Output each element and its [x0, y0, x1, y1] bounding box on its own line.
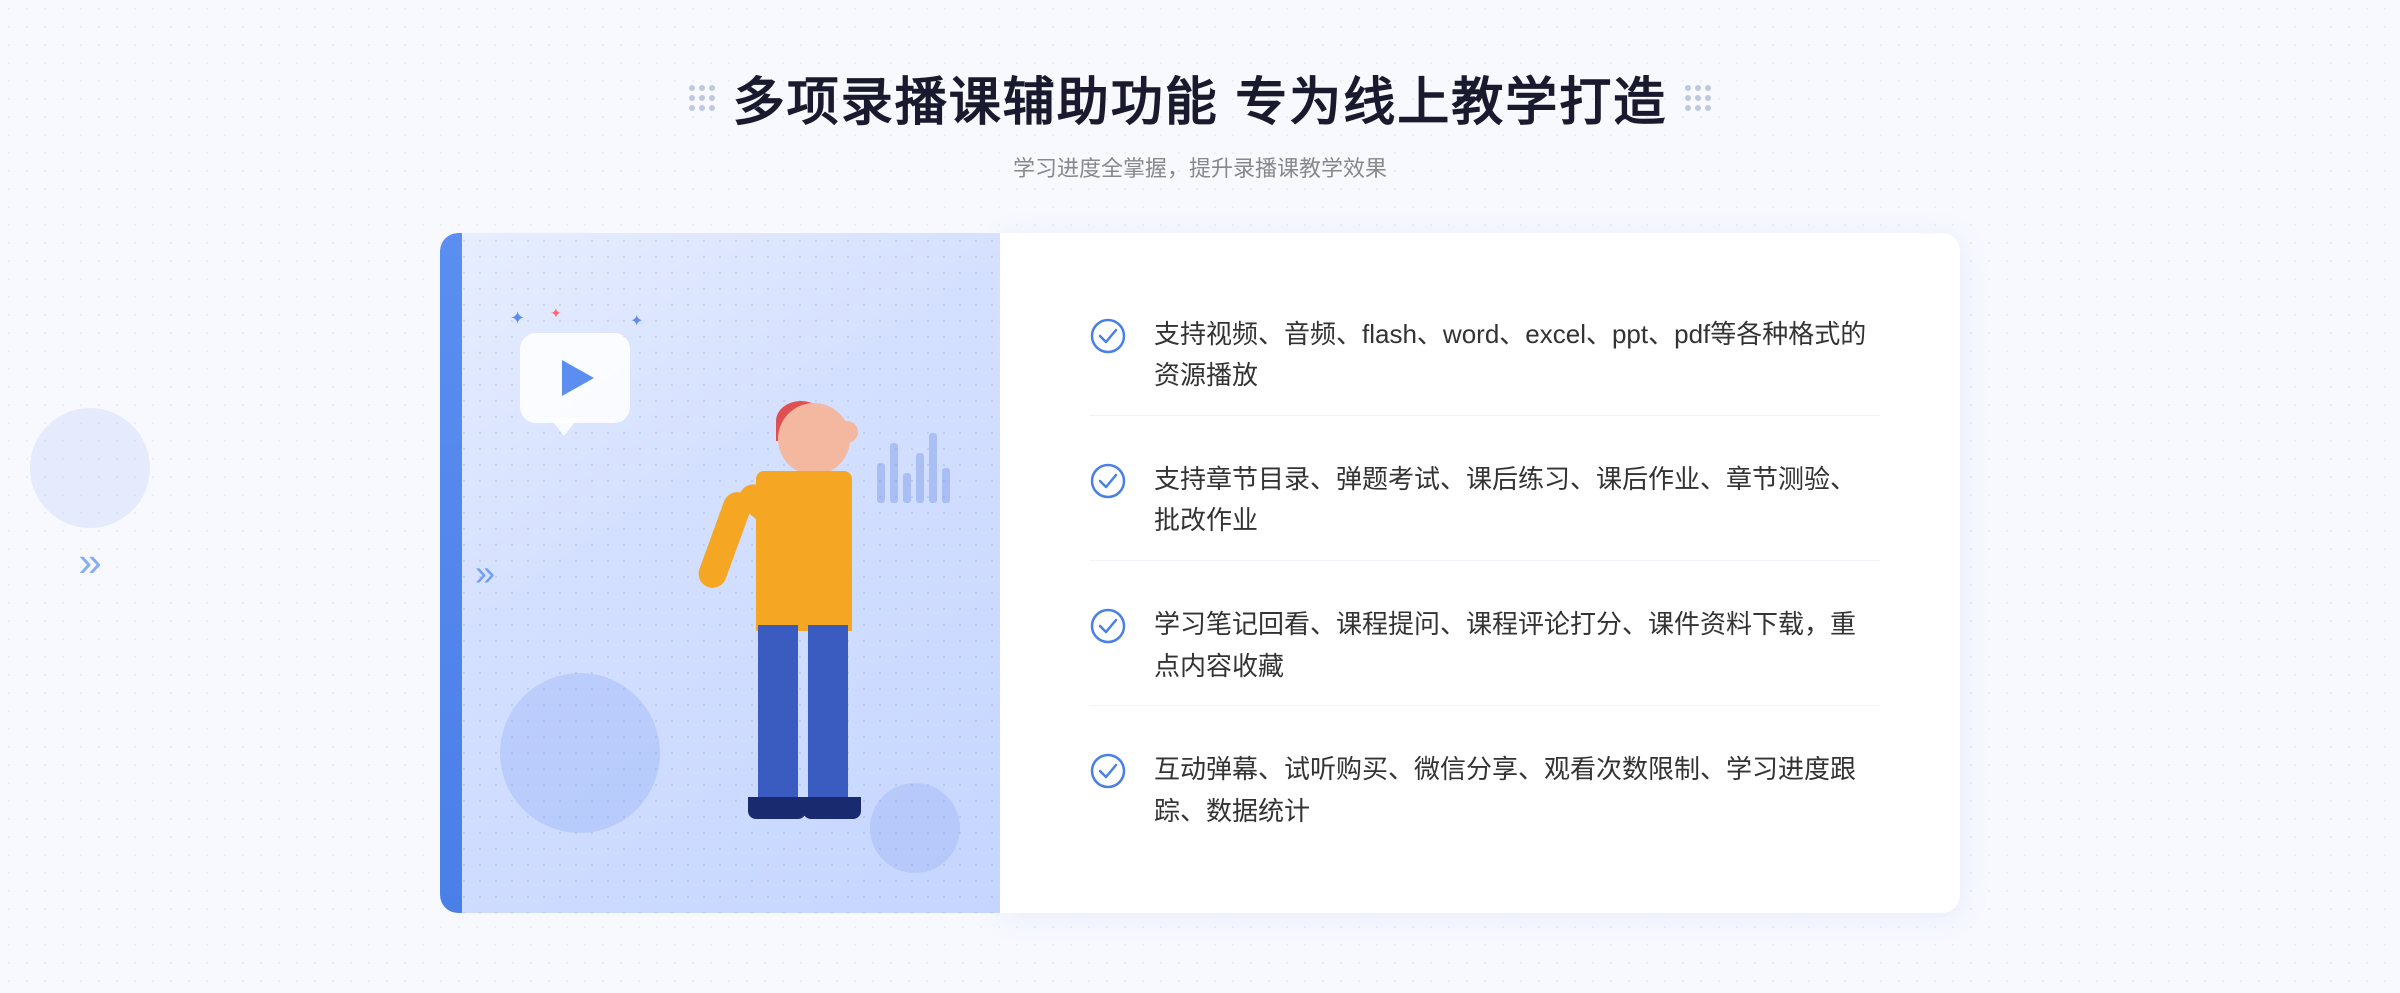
side-decoration-left: »	[30, 408, 150, 586]
check-icon-4	[1090, 753, 1126, 789]
play-bubble-tail	[550, 418, 578, 436]
header-section: 多项录播课辅助功能 专为线上教学打造 学习进度全掌握，提升录播课教学效果	[689, 60, 1711, 183]
check-icon-1	[1090, 318, 1126, 354]
sparkle-icon-1: ✦	[510, 308, 525, 329]
feature-text-2: 支持章节目录、弹题考试、课后练习、课后作业、章节测验、批改作业	[1154, 459, 1880, 542]
page-container: » 多项录播课辅助功能 专为线上教学打造 学习进度全掌握，提升录播课教学效果	[0, 0, 2400, 993]
person-illustration	[668, 393, 928, 913]
title-decoration-right	[1685, 85, 1711, 111]
feature-item-4: 互动弹幕、试听购买、微信分享、观看次数限制、学习进度跟踪、数据统计	[1090, 731, 1880, 850]
feature-text-3: 学习笔记回看、课程提问、课程评论打分、课件资料下载，重点内容收藏	[1154, 604, 1880, 687]
sparkle-icon-2: ✦	[550, 305, 562, 322]
feature-text-1: 支持视频、音频、flash、word、excel、ppt、pdf等各种格式的资源…	[1154, 314, 1880, 397]
check-icon-3	[1090, 608, 1126, 644]
feature-text-4: 互动弹幕、试听购买、微信分享、观看次数限制、学习进度跟踪、数据统计	[1154, 749, 1880, 832]
subtitle: 学习进度全掌握，提升录播课教学效果	[1013, 151, 1387, 183]
deco-circle-large	[500, 673, 660, 833]
content-wrapper: » ✦ ✦ ✦	[440, 233, 1960, 913]
feature-item-3: 学习笔记回看、课程提问、课程评论打分、课件资料下载，重点内容收藏	[1090, 586, 1880, 706]
play-button-bubble	[520, 333, 630, 423]
blue-accent-bar	[440, 233, 462, 913]
check-icon-2	[1090, 463, 1126, 499]
feature-item-2: 支持章节目录、弹题考试、课后练习、课后作业、章节测验、批改作业	[1090, 441, 1880, 561]
chevron-left-icon: »	[475, 552, 495, 594]
feature-item-1: 支持视频、音频、flash、word、excel、ppt、pdf等各种格式的资源…	[1090, 296, 1880, 416]
main-title: 多项录播课辅助功能 专为线上教学打造	[733, 60, 1667, 135]
features-panel: 支持视频、音频、flash、word、excel、ppt、pdf等各种格式的资源…	[1000, 233, 1960, 913]
sparkle-icon-3: ✦	[630, 311, 643, 331]
title-row: 多项录播课辅助功能 专为线上教学打造	[689, 60, 1711, 135]
illustration-panel: » ✦ ✦ ✦	[440, 233, 1000, 913]
title-decoration-left	[689, 85, 715, 111]
